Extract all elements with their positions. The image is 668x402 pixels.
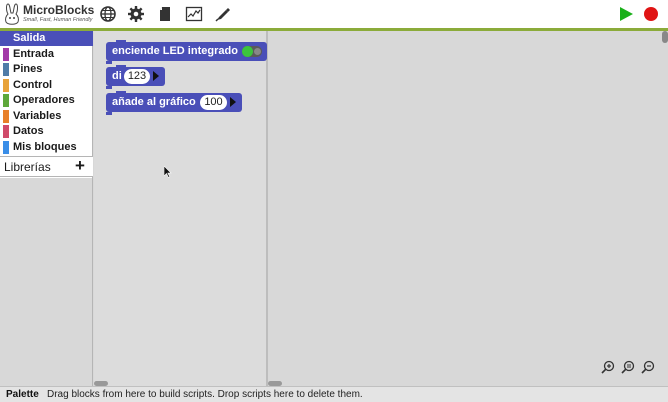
category-label: Pines: [13, 63, 43, 75]
category-swatch: [3, 125, 9, 138]
category-label: Operadores: [13, 94, 75, 106]
app-subtitle: Small, Fast, Human Friendly: [23, 17, 93, 23]
category-label: Datos: [13, 125, 44, 137]
gear-icon[interactable]: [127, 5, 145, 23]
block-say[interactable]: di 123: [106, 65, 165, 89]
category-datos[interactable]: Datos: [0, 124, 93, 139]
block-tab: [106, 86, 112, 89]
libraries-label: Librerías: [4, 160, 51, 174]
status-title: Palette: [6, 389, 39, 400]
expand-arrow-icon[interactable]: [153, 71, 159, 81]
vertical-scrollbar[interactable]: [662, 31, 668, 43]
zoom-out-icon[interactable]: [641, 360, 655, 374]
globe-icon[interactable]: [99, 5, 117, 23]
usb-pen-icon[interactable]: [214, 5, 232, 23]
stop-button[interactable]: [643, 6, 659, 22]
block-label: di: [112, 70, 122, 82]
category-label: Variables: [13, 110, 62, 122]
toggle-off-knob: [254, 48, 261, 55]
toggle-on-knob: [242, 46, 253, 57]
category-swatch: [3, 141, 9, 154]
category-pines[interactable]: Pines: [0, 62, 93, 77]
block-label: enciende LED integrado: [112, 45, 238, 57]
block-notch: [116, 40, 126, 43]
category-swatch: [3, 79, 9, 92]
scripting-area[interactable]: [270, 31, 668, 386]
status-message: Drag blocks from here to build scripts. …: [47, 389, 363, 400]
zoom-reset-icon[interactable]: [621, 360, 635, 374]
block-label: añade al gráfico: [112, 96, 196, 108]
status-bar: Palette Drag blocks from here to build s…: [0, 386, 668, 402]
category-empty-area: [0, 178, 93, 386]
category-label: Salida: [13, 32, 46, 44]
graph-icon[interactable]: [185, 5, 203, 23]
libraries-row[interactable]: Librerías +: [0, 156, 93, 177]
category-operadores[interactable]: Operadores: [0, 93, 93, 108]
category-control[interactable]: Control: [0, 78, 93, 93]
category-swatch: [3, 110, 9, 123]
microblocks-logo[interactable]: MicroBlocks Small, Fast, Human Friendly: [3, 2, 98, 26]
category-mis-bloques[interactable]: Mis bloques: [0, 140, 93, 155]
top-toolbar: MicroBlocks Small, Fast, Human Friendly: [0, 0, 668, 29]
file-icon[interactable]: [156, 5, 174, 23]
led-toggle[interactable]: [242, 46, 262, 57]
category-salida[interactable]: Salida: [0, 31, 93, 46]
block-graph-add[interactable]: añade al gráfico 100: [106, 91, 242, 115]
block-notch: [116, 65, 126, 68]
expand-arrow-icon[interactable]: [230, 97, 236, 107]
app-title: MicroBlocks: [23, 3, 95, 17]
block-notch: [116, 91, 126, 94]
category-swatch: [3, 63, 9, 76]
block-tab: [106, 112, 112, 115]
run-button[interactable]: [618, 6, 634, 22]
category-entrada[interactable]: Entrada: [0, 47, 93, 62]
add-library-button[interactable]: +: [75, 156, 85, 176]
block-palette[interactable]: enciende LED integrado di 123 añade al g…: [94, 31, 268, 386]
category-label: Entrada: [13, 48, 54, 60]
zoom-in-icon[interactable]: [601, 360, 615, 374]
mouse-pointer-icon: [164, 166, 172, 178]
graph-value-input[interactable]: 100: [200, 95, 227, 110]
bunny-logo-icon: [5, 3, 19, 25]
category-swatch: [3, 94, 9, 107]
category-swatch: [3, 48, 9, 61]
say-value-input[interactable]: 123: [124, 69, 150, 84]
category-label: Mis bloques: [13, 141, 77, 153]
category-variables[interactable]: Variables: [0, 109, 93, 124]
category-label: Control: [13, 79, 53, 91]
block-set-user-led[interactable]: enciende LED integrado: [106, 40, 267, 64]
block-tab: [106, 61, 112, 64]
